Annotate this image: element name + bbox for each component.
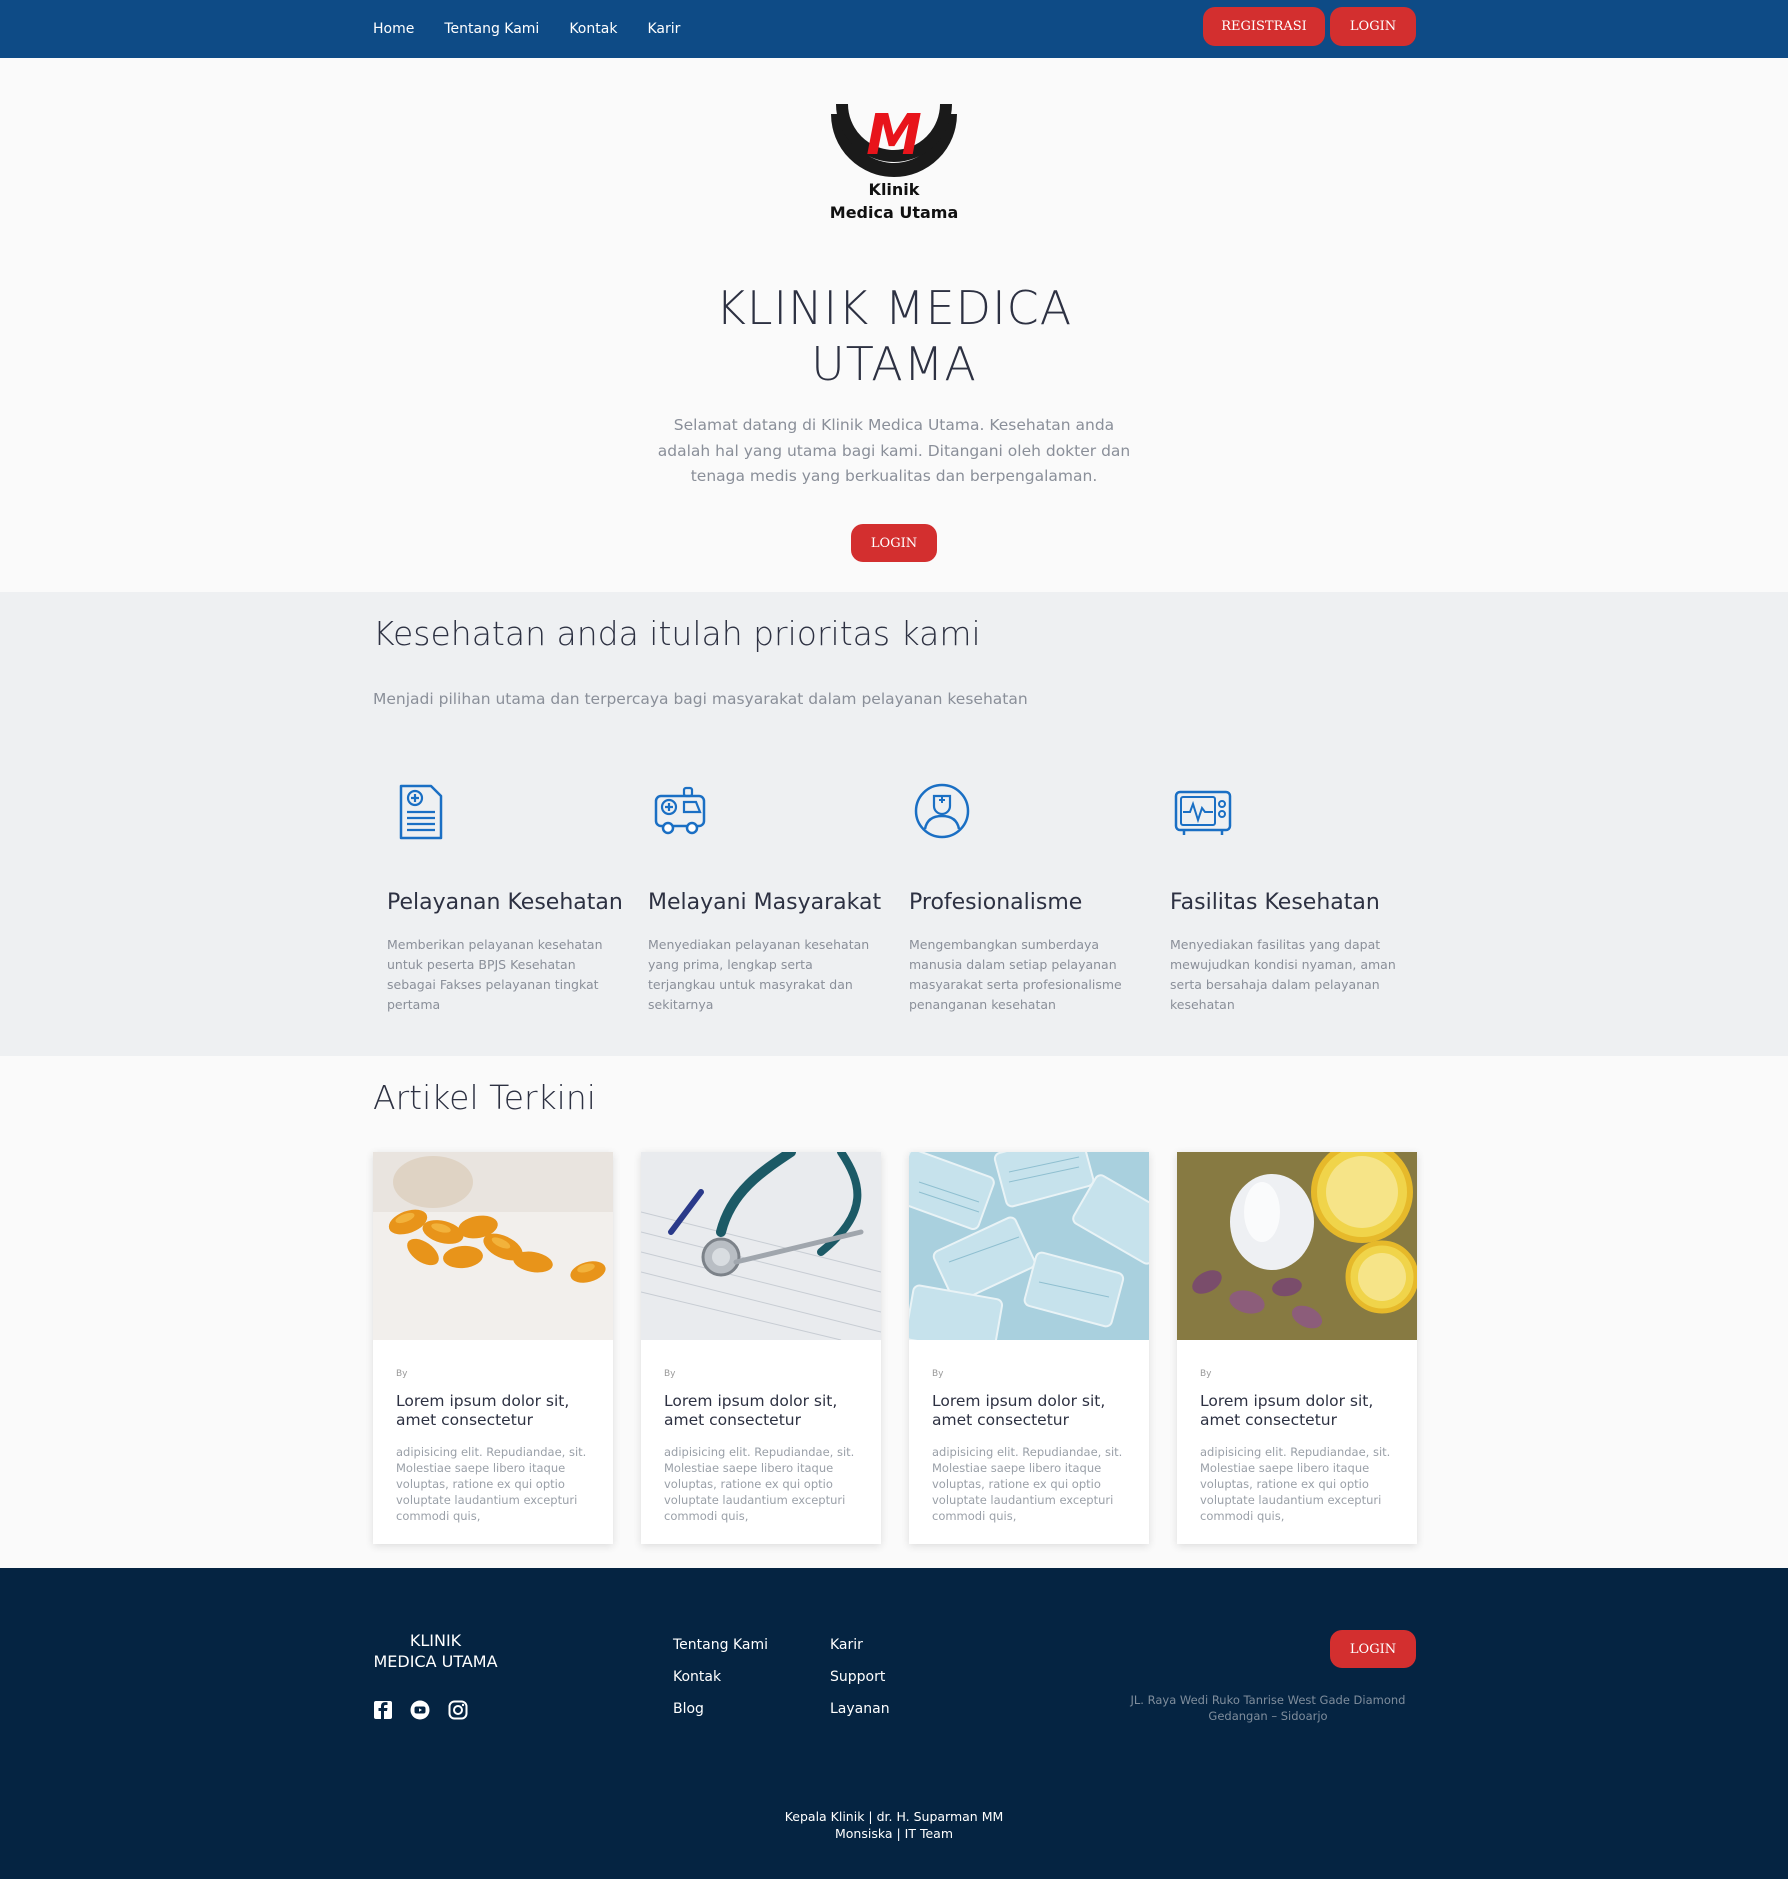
article-author: By — [396, 1369, 408, 1379]
footer-credit-line-2: Monsiska | IT Team — [834, 1826, 954, 1841]
logo-line-2: Medica Utama — [829, 203, 959, 222]
nav-link-tentang-kami[interactable]: Tentang Kami — [444, 21, 539, 37]
feature-text: Menyediakan fasilitas yang dapat mewujud… — [1170, 937, 1396, 1012]
article-card[interactable]: By Lorem ipsum dolor sit, amet consectet… — [1177, 1141, 1419, 1544]
feature-item: Pelayanan Kesehatan Memberikan pelayanan… — [373, 780, 623, 1015]
article-card[interactable]: By Lorem ipsum dolor sit, amet consectet… — [640, 1147, 882, 1544]
feature-item: Melayani Masyarakat Menyediakan pelayana… — [634, 780, 882, 1015]
article-title[interactable]: Lorem ipsum dolor sit, amet consectetur — [1200, 1392, 1405, 1430]
footer-credit: Kepala Klinik | dr. H. Suparman MM Monsi… — [694, 1808, 1094, 1842]
nav-link-kontak[interactable]: Kontak — [569, 21, 617, 37]
feature-title: Pelayanan Kesehatan — [387, 890, 623, 915]
masks-image — [892, 1131, 1176, 1355]
article-author: By — [664, 1369, 676, 1379]
logo-text: Klinik Medica Utama — [780, 178, 1008, 224]
article-card[interactable]: By Lorem ipsum dolor sit, amet consectet… — [892, 1131, 1176, 1544]
footer-links-col-2: Karir Support Layanan — [830, 1636, 890, 1732]
feature-item: Profesionalisme Mengembangkan sumberdaya… — [895, 780, 1135, 1015]
capsules-image — [373, 1152, 613, 1340]
facebook-icon[interactable] — [373, 1700, 393, 1720]
article-excerpt: adipisicing elit. Repudiandae, sit. Mole… — [396, 1445, 587, 1523]
nav-link-home[interactable]: Home — [373, 21, 414, 37]
footer-link-karir[interactable]: Karir — [830, 1636, 890, 1655]
footer-login-button[interactable]: LOGIN — [1330, 1630, 1416, 1668]
feature-title: Profesionalisme — [909, 890, 1083, 915]
article-excerpt: adipisicing elit. Repudiandae, sit. Mole… — [664, 1445, 855, 1523]
article-title[interactable]: Lorem ipsum dolor sit, amet consectetur — [664, 1392, 869, 1430]
footer-brand-line-2: MEDICA UTAMA — [373, 1652, 498, 1671]
footer-link-support[interactable]: Support — [830, 1668, 890, 1687]
nav-link-karir[interactable]: Karir — [647, 21, 680, 37]
register-button[interactable]: REGISTRASI — [1203, 7, 1325, 46]
feature-text: Mengembangkan sumberdaya manusia dalam s… — [909, 937, 1122, 1012]
footer-link-layanan[interactable]: Layanan — [830, 1700, 890, 1719]
footer-link-kontak[interactable]: Kontak — [673, 1668, 768, 1687]
footer-links-col-1: Tentang Kami Kontak Blog — [673, 1636, 768, 1732]
article-title[interactable]: Lorem ipsum dolor sit, amet consectetur — [932, 1392, 1137, 1430]
feature-text: Memberikan pelayanan kesehatan untuk pes… — [387, 937, 603, 1012]
top-navbar: Home Tentang Kami Kontak Karir REGISTRAS… — [0, 0, 1788, 58]
article-excerpt: adipisicing elit. Repudiandae, sit. Mole… — [1200, 1445, 1391, 1523]
article-title[interactable]: Lorem ipsum dolor sit, amet consectetur — [396, 1392, 601, 1430]
feature-title: Melayani Masyarakat — [648, 890, 882, 915]
instagram-icon[interactable] — [448, 1700, 468, 1720]
logo-line-1: Klinik — [868, 180, 920, 199]
priority-subtitle: Menjadi pilihan utama dan terpercaya bag… — [373, 690, 1028, 708]
footer-credit-line-1: Kepala Klinik | dr. H. Suparman MM — [784, 1809, 1004, 1824]
article-excerpt: adipisicing elit. Repudiandae, sit. Mole… — [932, 1445, 1123, 1523]
feature-item: Fasilitas Kesehatan Menyediakan fasilita… — [1156, 780, 1396, 1015]
article-card[interactable]: By Lorem ipsum dolor sit, amet consectet… — [373, 1152, 613, 1544]
ambulance-icon — [654, 786, 706, 835]
feature-text: Menyediakan pelayanan kesehatan yang pri… — [648, 937, 870, 1012]
youtube-icon[interactable] — [410, 1700, 430, 1720]
document-medical-icon — [399, 784, 443, 840]
doctor-icon — [914, 783, 970, 839]
feature-title: Fasilitas Kesehatan — [1170, 890, 1380, 915]
garlic-lemon-image — [1177, 1141, 1419, 1340]
articles-title: Artikel Terkini — [373, 1078, 596, 1117]
hero-login-button[interactable]: LOGIN — [851, 524, 937, 562]
priority-section — [0, 592, 1788, 1056]
footer-link-tentang-kami[interactable]: Tentang Kami — [673, 1636, 768, 1655]
stethoscope-image — [640, 1147, 882, 1341]
article-author: By — [932, 1369, 944, 1379]
monitor-heart-icon — [1174, 790, 1232, 835]
hero-title-line-1: KLINIK MEDICA — [715, 281, 1073, 335]
footer-link-blog[interactable]: Blog — [673, 1700, 768, 1719]
footer-brand: KLINIK MEDICA UTAMA — [373, 1630, 498, 1672]
hero-title: KLINIK MEDICA UTAMA — [594, 280, 1194, 392]
priority-title: Kesehatan anda itulah prioritas kami — [373, 614, 981, 653]
footer-address: JL. Raya Wedi Ruko Tanrise West Gade Dia… — [1130, 1693, 1406, 1723]
hero-description: Selamat datang di Klinik Medica Utama. K… — [657, 416, 1131, 485]
nav-links: Home Tentang Kami Kontak Karir — [373, 0, 710, 58]
hero-title-line-2: UTAMA — [811, 337, 977, 391]
article-author: By — [1200, 1369, 1212, 1379]
footer-brand-line-1: KLINIK — [409, 1631, 462, 1650]
logo-letter: M — [866, 103, 922, 168]
nav-login-button[interactable]: LOGIN — [1330, 7, 1416, 46]
